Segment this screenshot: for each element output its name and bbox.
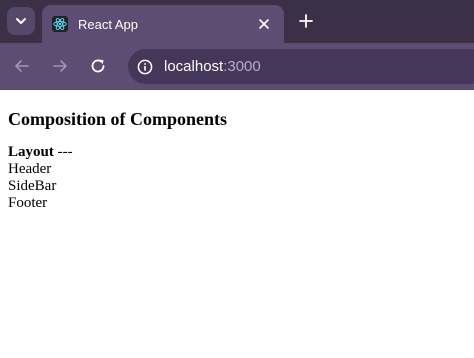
plus-icon (299, 14, 313, 28)
info-icon (137, 59, 153, 74)
list-item-header: Header (8, 161, 52, 177)
url-host: localhost (164, 58, 224, 75)
forward-button[interactable] (47, 53, 73, 79)
new-tab-button[interactable] (293, 8, 319, 34)
page-heading: Composition of Components (8, 109, 228, 129)
tab-title: React App (78, 16, 138, 32)
url-text: localhost:3000 (164, 58, 261, 75)
back-button[interactable] (9, 53, 35, 79)
list-item-footer: Footer (8, 195, 48, 211)
chevron-down-icon (16, 18, 26, 24)
layout-suffix: --- (53, 144, 73, 160)
url-port: :3000 (223, 58, 261, 75)
reload-button[interactable] (85, 53, 111, 79)
reload-icon (91, 59, 105, 73)
page-content: Composition of Components Layout --- Hea… (0, 90, 474, 220)
layout-line: Layout --- (8, 144, 466, 161)
tab-strip: React App (0, 0, 474, 43)
close-icon (259, 19, 269, 29)
arrow-right-icon (53, 60, 67, 72)
arrow-left-icon (15, 60, 29, 72)
tab-react-app[interactable]: React App (42, 5, 284, 43)
layout-label: Layout (8, 144, 54, 160)
address-bar[interactable]: localhost:3000 (128, 49, 474, 84)
browser-toolbar: localhost:3000 (0, 43, 474, 90)
site-info-button[interactable] (132, 54, 158, 80)
tab-search-button[interactable] (7, 7, 35, 35)
close-tab-button[interactable] (254, 14, 274, 34)
react-logo-icon (52, 16, 68, 32)
list-item-sidebar: SideBar (8, 178, 57, 194)
